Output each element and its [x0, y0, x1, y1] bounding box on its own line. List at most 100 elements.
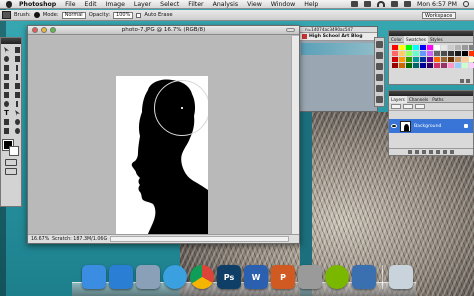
color-swatch[interactable] [399, 57, 405, 62]
color-swatch[interactable] [399, 45, 405, 50]
finder-icon[interactable] [82, 265, 106, 289]
type-tool-icon[interactable]: T [2, 109, 11, 117]
crop-tool-icon[interactable] [2, 64, 11, 72]
color-swatch[interactable] [469, 57, 474, 62]
color-swatch[interactable] [392, 45, 398, 50]
workspace-menu[interactable]: Workspace [422, 11, 456, 19]
visibility-eye-icon[interactable] [391, 124, 397, 128]
3d-rotate-tool-icon[interactable] [13, 118, 22, 126]
color-swatch[interactable] [448, 57, 454, 62]
clone-stamp-tool-icon[interactable] [2, 82, 11, 90]
delete-layer-icon[interactable] [450, 150, 454, 154]
color-swatch[interactable] [462, 57, 468, 62]
hand-tool-icon[interactable] [2, 127, 11, 135]
tab-layers[interactable]: Layers [389, 95, 407, 103]
color-swatch[interactable] [462, 51, 468, 56]
color-swatch[interactable] [448, 45, 454, 50]
menu-window[interactable]: Window [271, 1, 295, 8]
color-swatch[interactable] [406, 57, 412, 62]
tab-paths[interactable]: Paths [430, 97, 445, 102]
trash-icon[interactable] [389, 265, 413, 289]
zoom-level[interactable]: 16.67% [31, 237, 49, 242]
actions-panel-icon[interactable] [376, 52, 383, 59]
color-swatch[interactable] [441, 51, 447, 56]
color-swatch[interactable] [392, 51, 398, 56]
history-brush-tool-icon[interactable] [13, 82, 22, 90]
healing-brush-tool-icon[interactable] [2, 73, 11, 81]
color-swatch[interactable] [441, 45, 447, 50]
color-swatch[interactable] [413, 63, 419, 68]
dodge-tool-icon[interactable] [2, 100, 11, 108]
color-swatch[interactable] [427, 51, 433, 56]
brushes-panel-icon[interactable] [376, 63, 383, 70]
menu-analysis[interactable]: Analysis [213, 1, 239, 8]
color-swatch[interactable] [420, 45, 426, 50]
battery-icon[interactable] [404, 1, 412, 7]
menu-edit[interactable]: Edit [85, 1, 97, 8]
color-swatch[interactable] [420, 57, 426, 62]
quick-select-tool-icon[interactable] [13, 55, 22, 63]
image-canvas[interactable] [116, 76, 208, 240]
brush-tool-icon[interactable] [13, 73, 22, 81]
brush-size-picker[interactable] [33, 12, 40, 18]
color-swatch[interactable] [434, 63, 440, 68]
color-swatch[interactable] [413, 45, 419, 50]
dropbox-icon[interactable] [351, 1, 359, 7]
color-swatch[interactable] [406, 63, 412, 68]
eraser-tool-icon[interactable] [2, 91, 11, 99]
color-swatch[interactable] [392, 63, 398, 68]
eyedropper-tool-icon[interactable] [13, 64, 22, 72]
tab-channels[interactable]: Channels [407, 97, 430, 102]
browser-window[interactable]: n=14074ac3490ac547 High School Art Blog [298, 26, 378, 112]
color-swatch[interactable] [448, 51, 454, 56]
delete-swatch-icon[interactable] [466, 79, 470, 83]
auto-erase-checkbox[interactable] [136, 12, 142, 18]
layer-row-background[interactable]: Background [389, 119, 473, 133]
zoom-tool-icon[interactable] [13, 127, 22, 135]
color-swatch[interactable] [455, 57, 461, 62]
new-swatch-icon[interactable] [460, 79, 464, 83]
color-swatch[interactable] [455, 63, 461, 68]
tab-color[interactable]: Color [389, 37, 404, 42]
path-select-tool-icon[interactable] [13, 109, 22, 117]
color-swatch[interactable] [413, 57, 419, 62]
color-swatch[interactable] [434, 51, 440, 56]
wifi-icon[interactable] [377, 1, 386, 7]
opacity-field[interactable]: 100% [113, 11, 134, 19]
screen-mode-button[interactable] [5, 168, 17, 175]
horizontal-scrollbar[interactable] [110, 236, 289, 242]
color-swatch[interactable] [406, 51, 412, 56]
color-swatch[interactable] [469, 51, 474, 56]
quicktime-icon[interactable] [352, 265, 376, 289]
color-swatch[interactable] [455, 51, 461, 56]
character-panel-icon[interactable] [376, 74, 383, 81]
lasso-tool-icon[interactable] [2, 55, 11, 63]
history-panel-icon[interactable] [376, 41, 383, 48]
color-swatch[interactable] [469, 63, 474, 68]
layer-style-icon[interactable] [415, 150, 419, 154]
marquee-tool-icon[interactable] [13, 46, 22, 54]
bluetooth-icon[interactable] [364, 1, 372, 7]
menu-clock[interactable]: Mon 6:57 PM [417, 1, 457, 8]
color-swatch[interactable] [420, 63, 426, 68]
volume-icon[interactable] [391, 1, 399, 7]
layer-opacity-field[interactable] [403, 104, 413, 109]
color-swatch[interactable] [392, 57, 398, 62]
word-icon[interactable]: W [244, 265, 268, 289]
itunes-icon[interactable] [163, 265, 187, 289]
vertical-scrollbar[interactable] [291, 36, 299, 234]
tool-preset-picker[interactable] [2, 11, 11, 19]
powerpoint-icon[interactable]: P [271, 265, 295, 289]
chrome-icon[interactable] [190, 265, 214, 289]
browser-tab[interactable]: High School Art Blog [299, 33, 377, 41]
color-swatch[interactable] [441, 57, 447, 62]
spotify-icon[interactable] [325, 265, 349, 289]
photoshop-icon[interactable]: Ps [217, 265, 241, 289]
new-group-icon[interactable] [436, 150, 440, 154]
layer-mask-icon[interactable] [422, 150, 426, 154]
color-swatch[interactable] [469, 45, 474, 50]
shape-tool-icon[interactable] [2, 118, 11, 126]
spotlight-search-icon[interactable] [463, 1, 469, 7]
app-store-icon[interactable] [109, 265, 133, 289]
menu-help[interactable]: Help [304, 1, 318, 8]
